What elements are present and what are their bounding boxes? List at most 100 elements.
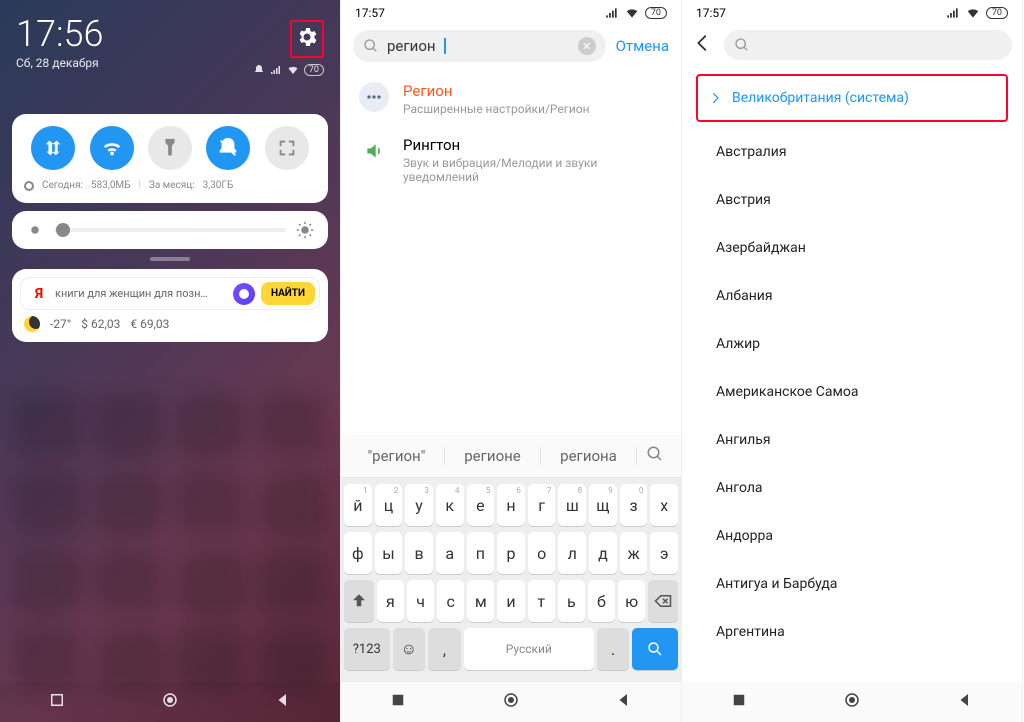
status-area: 17:56 Сб, 28 декабря [0, 0, 340, 74]
search-key[interactable] [632, 628, 678, 670]
nav-home[interactable] [502, 691, 520, 713]
period-key[interactable]: . [597, 628, 630, 670]
nav-back[interactable] [615, 691, 633, 713]
brightness-slider[interactable] [12, 211, 328, 249]
key-л[interactable]: л [558, 532, 586, 574]
key-м[interactable]: м [467, 580, 494, 622]
key-щ[interactable]: щ9 [589, 484, 617, 526]
region-item[interactable]: Албания [682, 272, 1022, 320]
status-bar: 17:57 70 [682, 0, 1022, 24]
key-ф[interactable]: ф [344, 532, 372, 574]
nav-recent[interactable] [48, 691, 66, 713]
alice-icon[interactable] [233, 283, 255, 305]
key-в[interactable]: в [405, 532, 433, 574]
yandex-search-bar[interactable]: Я книги для женщин для позн… НАЙТИ [20, 277, 320, 310]
key-х[interactable]: х [650, 484, 678, 526]
key-б[interactable]: б [588, 580, 615, 622]
selected-region-highlight[interactable]: Великобритания (система) [696, 74, 1008, 122]
wifi-icon [625, 6, 639, 20]
key-ю[interactable]: ю [618, 580, 645, 622]
key-у[interactable]: у3 [405, 484, 433, 526]
header-row [682, 24, 1022, 70]
search-result-ringtone[interactable]: Рингтон Звук и вибрация/Мелодии и звуки … [341, 126, 681, 194]
nav-back[interactable] [274, 691, 292, 713]
qs-wifi[interactable] [90, 126, 134, 170]
suggestion-1[interactable]: "регион" [349, 447, 445, 465]
key-п[interactable]: п [467, 532, 495, 574]
region-item[interactable]: Австрия [682, 176, 1022, 224]
space-key[interactable]: Русский [464, 628, 594, 670]
region-item[interactable]: Австралия [682, 128, 1022, 176]
key-с[interactable]: с [437, 580, 464, 622]
comma-key[interactable]: , [428, 628, 461, 670]
key-ц[interactable]: ц2 [375, 484, 403, 526]
key-э[interactable]: э [650, 532, 678, 574]
key-ь[interactable]: ь [558, 580, 585, 622]
battery-pill: 70 [986, 7, 1008, 19]
signal-icon [605, 6, 619, 20]
key-з[interactable]: з0 [620, 484, 648, 526]
keyboard-row-4: ?123 ☺ , Русский . [344, 628, 678, 670]
clear-icon[interactable]: ✕ [578, 37, 596, 55]
qs-mute[interactable] [206, 126, 250, 170]
region-item[interactable]: Алжир [682, 320, 1022, 368]
signal-icon [946, 6, 960, 20]
gear-icon[interactable] [295, 25, 319, 53]
nav-home[interactable] [161, 691, 179, 713]
suggestion-3[interactable]: региона [541, 447, 637, 465]
numeric-key[interactable]: ?123 [344, 628, 390, 670]
backspace-key[interactable] [648, 580, 678, 622]
key-о[interactable]: о [528, 532, 556, 574]
key-а[interactable]: а [436, 532, 464, 574]
key-ш[interactable]: ш8 [558, 484, 586, 526]
qs-flashlight[interactable] [148, 126, 192, 170]
find-button[interactable]: НАЙТИ [261, 282, 315, 305]
region-item[interactable]: Аргентина [682, 608, 1022, 656]
drag-handle[interactable] [150, 257, 190, 261]
suggestion-search-icon[interactable] [637, 445, 673, 467]
battery-pill: 70 [645, 7, 667, 19]
suggestion-2[interactable]: регионе [445, 447, 541, 465]
back-button[interactable] [692, 32, 714, 58]
search-text: регион [387, 37, 436, 55]
key-г[interactable]: г7 [528, 484, 556, 526]
nav-recent[interactable] [730, 691, 748, 713]
search-input-pill[interactable] [724, 30, 1012, 60]
nav-home[interactable] [843, 691, 861, 713]
nav-recent[interactable] [389, 691, 407, 713]
moon-icon [24, 316, 40, 332]
key-ч[interactable]: ч [407, 580, 434, 622]
nav-back[interactable] [956, 691, 974, 713]
key-е[interactable]: е5 [467, 484, 495, 526]
search-result-region[interactable]: Регион Расширенные настройки/Регион [341, 72, 681, 126]
key-и[interactable]: и [497, 580, 524, 622]
key-т[interactable]: т [528, 580, 555, 622]
key-н[interactable]: н6 [497, 484, 525, 526]
qs-mobile-data[interactable] [31, 126, 75, 170]
bell-off-icon [253, 64, 265, 76]
key-я[interactable]: я [377, 580, 404, 622]
region-item[interactable]: Американское Самоа [682, 368, 1022, 416]
search-input-pill[interactable]: регион ✕ [353, 30, 606, 62]
key-й[interactable]: й1 [344, 484, 372, 526]
sound-icon [359, 136, 389, 166]
signal-icon [270, 64, 282, 76]
region-item[interactable]: Антигуа и Барбуда [682, 560, 1022, 608]
cancel-button[interactable]: Отмена [616, 37, 669, 55]
region-item[interactable]: Азербайджан [682, 224, 1022, 272]
region-item[interactable]: Андорра [682, 512, 1022, 560]
shift-key[interactable] [344, 580, 374, 622]
keyboard-row-1: й1ц2у3к4е5н6г7ш8щ9з0х [344, 484, 678, 526]
nav-bar [0, 682, 340, 722]
chevron-right-icon [708, 91, 722, 105]
key-ж[interactable]: ж [620, 532, 648, 574]
region-item[interactable]: Ангола [682, 464, 1022, 512]
key-к[interactable]: к4 [436, 484, 464, 526]
qs-screenshot[interactable] [265, 126, 309, 170]
emoji-key[interactable]: ☺ [393, 628, 426, 670]
region-item[interactable]: Ангилья [682, 416, 1022, 464]
key-р[interactable]: р [497, 532, 525, 574]
key-ы[interactable]: ы [375, 532, 403, 574]
weather-finance-row[interactable]: -27° $ 62,03 € 69,03 [20, 310, 320, 334]
key-д[interactable]: д [589, 532, 617, 574]
